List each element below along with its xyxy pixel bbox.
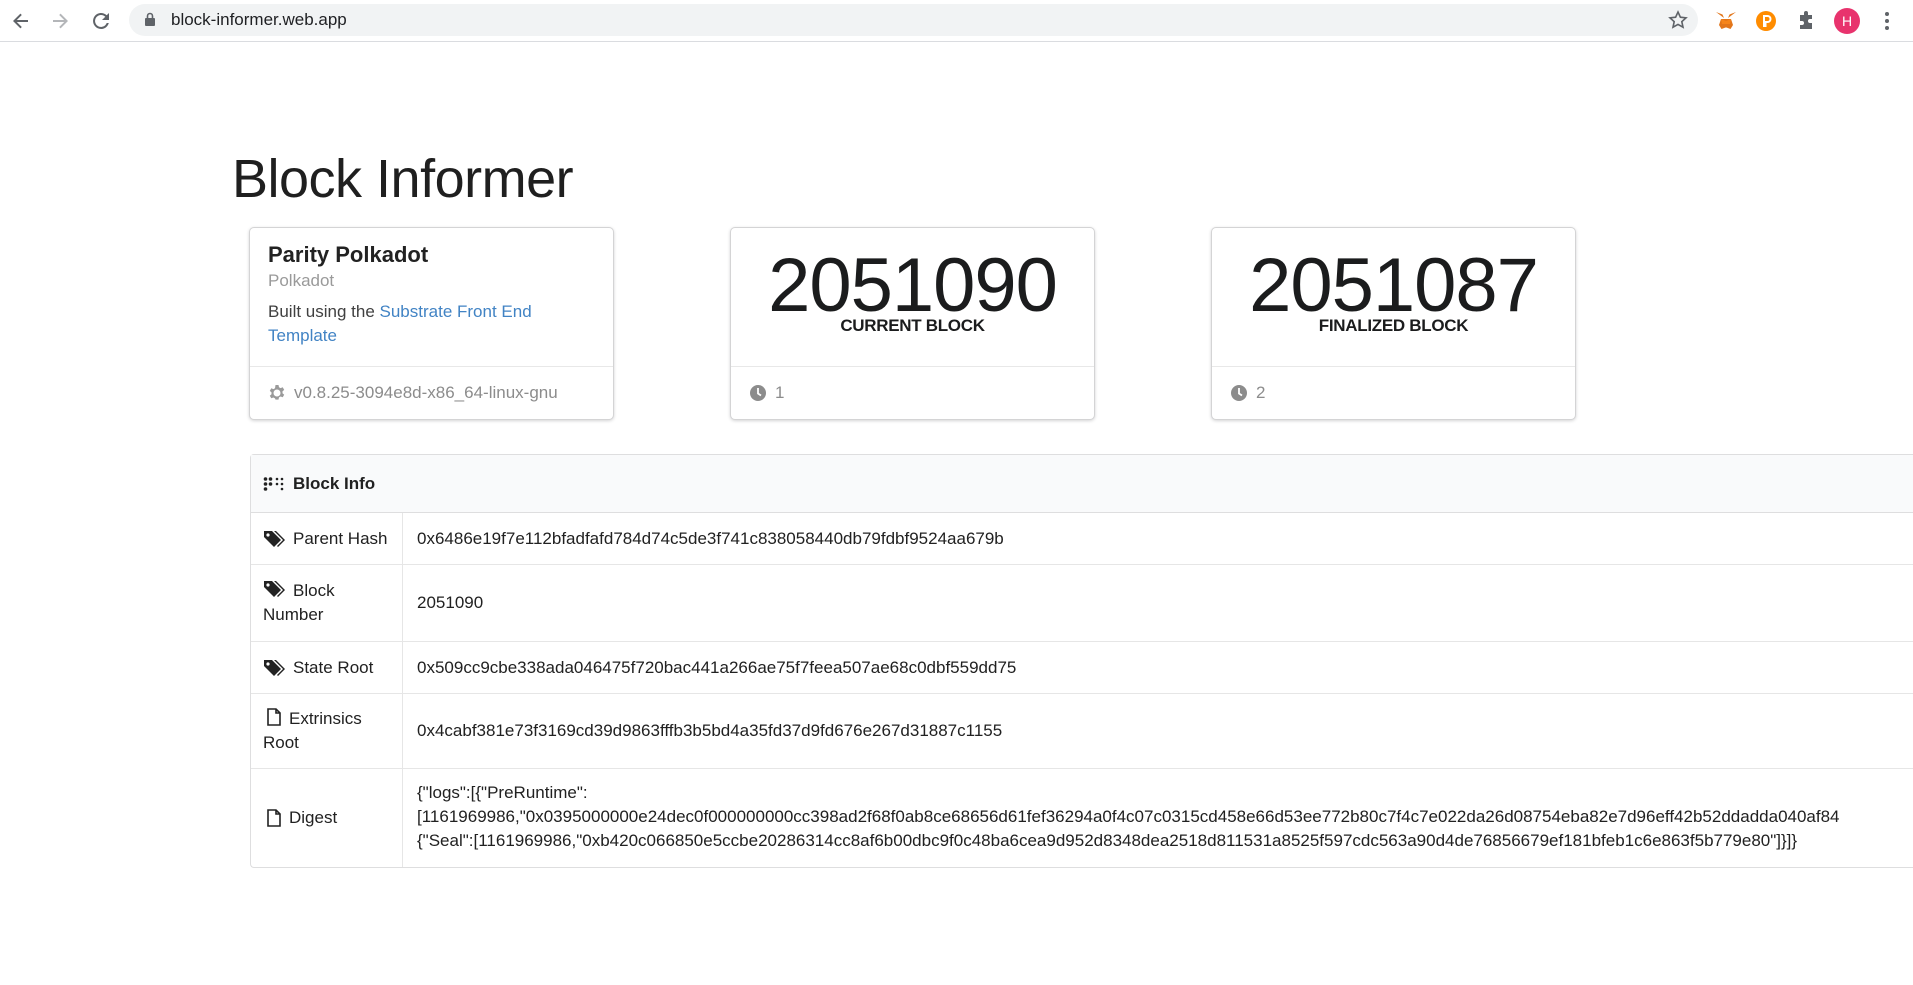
current-block-value: 2051090 <box>768 243 1058 328</box>
current-block-label: CURRENT BLOCK <box>840 316 985 335</box>
clock-icon <box>1231 385 1247 401</box>
block-number-label-cell: Block Number <box>251 565 403 641</box>
finalized-block-label: FINALIZED BLOCK <box>1318 316 1469 335</box>
chain-name: Polkadot <box>268 271 335 290</box>
table-row: Block Number 2051090 <box>251 565 1913 642</box>
tags-icon <box>264 530 285 547</box>
digest-value: {"logs":[{"PreRuntime": [1161969986,"0x0… <box>403 769 1913 867</box>
polkadot-js-icon[interactable] <box>1752 7 1780 35</box>
digest-label-cell: Digest <box>251 769 403 867</box>
current-block-timer-value: 1 <box>775 383 785 402</box>
node-version: v0.8.25-3094e8d-x86_64-linux-gnu <box>294 383 558 402</box>
forward-icon[interactable] <box>46 7 74 35</box>
state-root-value: 0x509cc9cbe338ada046475f720bac441a266ae7… <box>417 657 1017 677</box>
table-row: Extrinsics Root 0x4cabf381e73f3169cd39d9… <box>251 694 1913 769</box>
extrinsics-root-label-cell: Extrinsics Root <box>251 694 403 768</box>
finalized-block-timer: 2 <box>1212 366 1575 419</box>
file-icon <box>267 809 281 827</box>
current-block-timer: 1 <box>731 366 1094 419</box>
metamask-icon[interactable] <box>1712 7 1740 35</box>
extensions-icon[interactable] <box>1792 7 1820 35</box>
digest-line: {"Seal":[1161969986,"0xb420c066850e5ccbe… <box>417 831 1798 850</box>
block-info-title: Block Info <box>293 473 376 493</box>
digest-line: [1161969986,"0x0395000000e24dec0f0000000… <box>417 807 1840 826</box>
gear-icon <box>269 385 285 400</box>
node-info-card: Parity Polkadot Polkadot Built using the… <box>249 227 614 420</box>
block-number-value: 2051090 <box>417 593 484 612</box>
finalized-block-card: 2051087 FINALIZED BLOCK 2 <box>1211 227 1576 420</box>
version-footer: v0.8.25-3094e8d-x86_64-linux-gnu <box>250 366 613 419</box>
built-using-text: Built using the <box>268 302 380 321</box>
tags-icon <box>264 659 285 676</box>
parent-hash-label: Parent Hash <box>293 528 388 548</box>
state-root-label: State Root <box>293 657 374 677</box>
star-icon[interactable] <box>1668 10 1688 35</box>
digest-line: {"logs":[{"PreRuntime": <box>417 783 588 802</box>
digest-label: Digest <box>289 808 338 827</box>
browser-toolbar: block-informer.web.app H <box>0 0 1913 42</box>
reload-icon[interactable] <box>87 7 115 35</box>
state-root-label-cell: State Root <box>251 642 403 693</box>
table-row: Parent Hash 0x6486e19f7e112bfadfafd784d7… <box>251 513 1913 565</box>
parent-hash-value: 0x6486e19f7e112bfadfafd784d74c5de3f741c8… <box>417 528 1004 548</box>
extrinsics-root-value: 0x4cabf381e73f3169cd39d9863fffb3b5bd4a35… <box>417 721 1003 740</box>
file-icon <box>267 708 281 726</box>
tags-icon <box>264 581 285 597</box>
block-info-header: Block Info <box>251 455 1913 513</box>
table-row: Digest {"logs":[{"PreRuntime": [11619699… <box>251 769 1913 867</box>
avatar-letter: H <box>1834 8 1860 34</box>
card-description: Built using the Substrate Front End Temp… <box>268 300 588 348</box>
back-icon[interactable] <box>7 7 35 35</box>
block-info-table: Block Info Parent Hash 0x6486e19f7e112bf… <box>250 454 1913 868</box>
address-bar[interactable]: block-informer.web.app <box>129 4 1698 36</box>
node-name: Parity Polkadot <box>268 242 429 267</box>
page-title: Block Informer <box>232 149 574 209</box>
current-block-card: 2051090 CURRENT BLOCK 1 <box>730 227 1095 420</box>
finalized-block-value: 2051087 <box>1249 243 1539 328</box>
menu-icon[interactable] <box>1873 7 1901 35</box>
url-text[interactable]: block-informer.web.app <box>171 4 347 36</box>
braille-icon <box>263 476 284 491</box>
table-row: State Root 0x509cc9cbe338ada046475f720ba… <box>251 642 1913 694</box>
finalized-block-timer-value: 2 <box>1256 383 1266 402</box>
avatar[interactable]: H <box>1833 7 1861 35</box>
lock-icon[interactable] <box>144 12 156 32</box>
clock-icon <box>750 385 766 401</box>
parent-hash-label-cell: Parent Hash <box>251 513 403 564</box>
